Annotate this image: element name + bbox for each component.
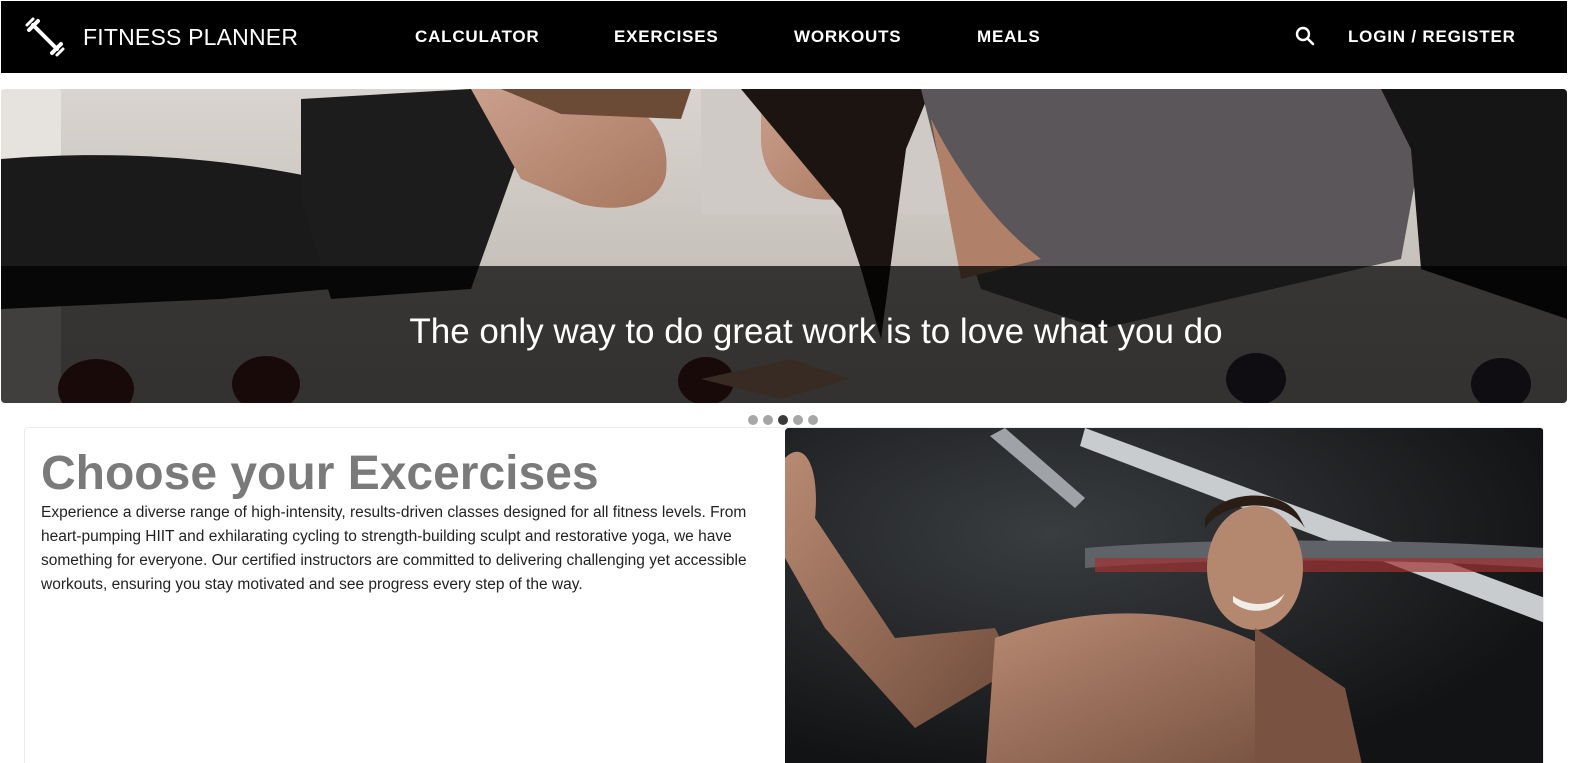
- hero-caption: The only way to do great work is to love…: [409, 312, 1223, 351]
- nav-link-meals[interactable]: MEALS: [977, 27, 1041, 47]
- carousel-dot-4[interactable]: [793, 415, 803, 425]
- nav-link-exercises[interactable]: EXERCISES: [614, 27, 719, 47]
- brand[interactable]: FITNESS PLANNER: [25, 15, 298, 59]
- bodybuilder-image: [785, 428, 1543, 763]
- page: FITNESS PLANNER CALCULATOR EXERCISES WOR…: [0, 0, 1569, 763]
- nav-link-calculator[interactable]: CALCULATOR: [415, 27, 539, 47]
- carousel-dot-1[interactable]: [748, 415, 758, 425]
- carousel-dot-3[interactable]: [778, 415, 788, 425]
- brand-name: FITNESS PLANNER: [83, 23, 299, 50]
- hero-carousel: [1, 89, 1567, 403]
- exercises-section: Choose your Excercises Experience a dive…: [24, 427, 1544, 763]
- top-navbar: FITNESS PLANNER CALCULATOR EXERCISES WOR…: [1, 1, 1567, 73]
- section-description: Experience a diverse range of high-inten…: [41, 504, 747, 593]
- nav-link-workouts[interactable]: WORKOUTS: [794, 27, 901, 47]
- carousel-dot-5[interactable]: [808, 415, 818, 425]
- login-register-link[interactable]: LOGIN / REGISTER: [1348, 27, 1516, 47]
- carousel-dot-2[interactable]: [763, 415, 773, 425]
- dumbbell-icon: [25, 17, 65, 57]
- section-title: Choose your Excercises: [41, 447, 599, 500]
- carousel-indicators: [748, 415, 818, 426]
- search-icon[interactable]: [1294, 25, 1316, 47]
